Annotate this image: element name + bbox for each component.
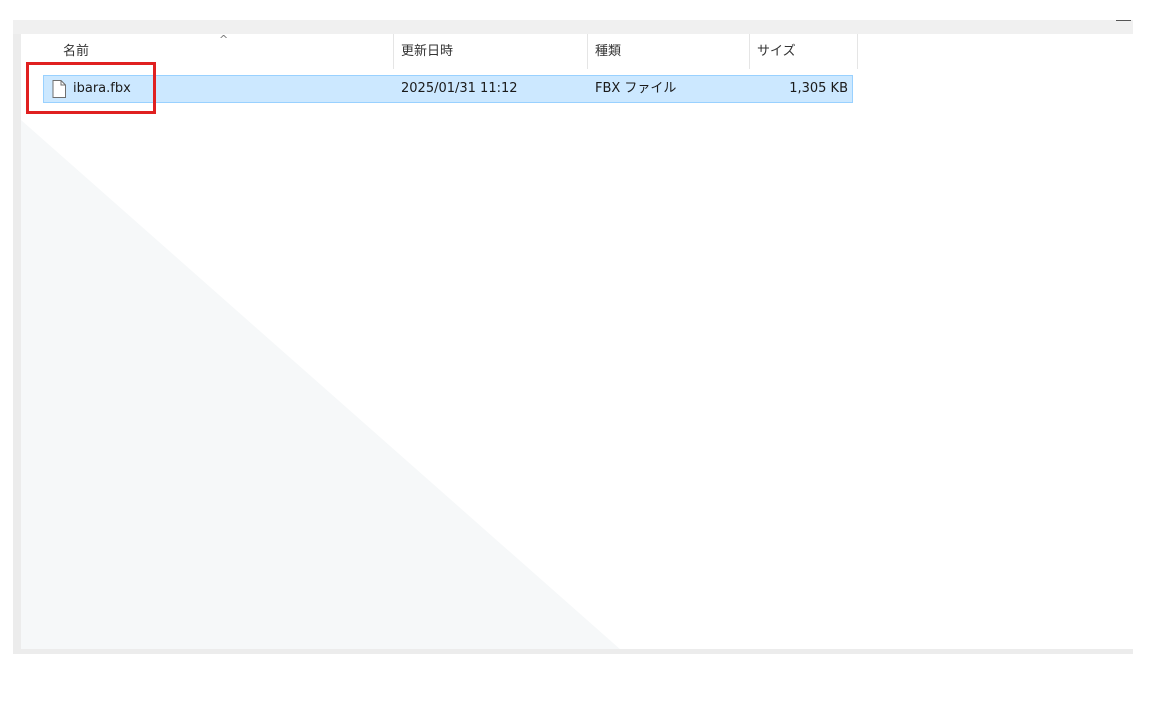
background-watermark <box>21 120 621 650</box>
column-header-type[interactable]: 種類 <box>587 34 749 69</box>
file-explorer-window: 名前 ^ 更新日時 種類 サイズ ibara.fbx 2025/01/31 11… <box>13 20 1133 654</box>
file-modified: 2025/01/31 11:12 <box>401 81 518 96</box>
column-separator[interactable] <box>857 34 858 69</box>
window-bottom-edge <box>13 649 1133 654</box>
column-header-modified[interactable]: 更新日時 <box>393 34 587 69</box>
file-type: FBX ファイル <box>595 81 677 96</box>
file-size: 1,305 KB <box>789 81 848 96</box>
annotation-highlight-box <box>26 62 156 114</box>
column-header-size[interactable]: サイズ <box>749 34 857 69</box>
column-header: 名前 ^ 更新日時 種類 サイズ <box>21 34 921 69</box>
file-row[interactable]: ibara.fbx 2025/01/31 11:12 FBX ファイル 1,30… <box>43 75 853 103</box>
navigation-pane-edge <box>13 34 21 650</box>
sort-ascending-icon: ^ <box>219 33 229 46</box>
window-top-strip <box>13 20 1133 34</box>
minimize-icon[interactable] <box>1116 20 1131 21</box>
